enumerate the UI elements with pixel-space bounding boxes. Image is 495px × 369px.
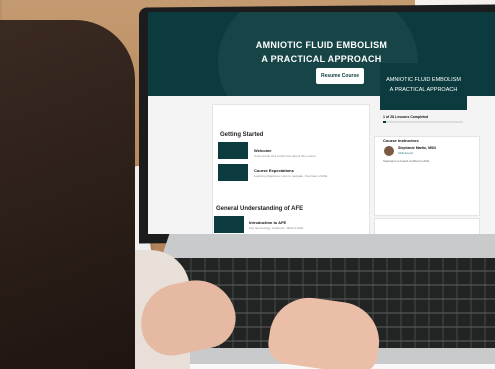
lesson-description: Key terminology. Incidence. What is AFE. <box>249 226 304 230</box>
hero-title-line1: AMNIOTIC FLUID EMBOLISM <box>255 40 388 50</box>
lesson-thumbnail[interactable] <box>218 164 248 181</box>
course-content-area: Getting Started Welcome A few words and … <box>148 96 495 234</box>
lesson-title-course-expectations[interactable]: Course Expectations <box>254 168 294 173</box>
lesson-thumbnail[interactable] <box>218 142 248 159</box>
instructor-card <box>374 218 480 234</box>
progress-fill <box>383 121 387 123</box>
lesson-thumbnail[interactable] <box>214 216 244 233</box>
section-title-getting-started: Getting Started <box>220 132 264 138</box>
instructor-bio: Stephanie is board certified in AFE. <box>383 159 430 163</box>
photo-scene: AMNIOTIC FLUID EMBOLISM A PRACTICAL APPR… <box>0 0 495 369</box>
person-hair <box>0 20 135 369</box>
lesson-description: Learning objectives. How to navigate. Ov… <box>254 174 328 178</box>
resume-course-button[interactable]: Resume Course <box>316 68 364 84</box>
section-title-general-understanding: General Understanding of AFE <box>216 206 304 212</box>
progress-bar <box>383 121 463 123</box>
instructor-role: AFE Expert <box>398 151 414 155</box>
course-cover-line2: A PRACTICAL APPROACH <box>389 87 458 93</box>
lesson-title-introduction[interactable]: Introduction to AFE <box>249 220 286 225</box>
course-cover-line1: AMNIOTIC FLUID EMBOLISM <box>386 77 461 83</box>
progress-text: 1 of 28 Lessons Completed <box>383 115 429 119</box>
lesson-title-welcome[interactable]: Welcome <box>254 148 272 153</box>
laptop-screen: AMNIOTIC FLUID EMBOLISM A PRACTICAL APPR… <box>148 12 495 234</box>
instructors-heading: Course Instructors <box>383 138 419 143</box>
instructor-avatar <box>384 146 394 156</box>
course-cover-image: AMNIOTIC FLUID EMBOLISM A PRACTICAL APPR… <box>380 63 467 110</box>
instructor-name[interactable]: Stephanie Martin, MSN <box>398 146 436 150</box>
lesson-description: A few words and a brief intro about this… <box>254 154 317 158</box>
